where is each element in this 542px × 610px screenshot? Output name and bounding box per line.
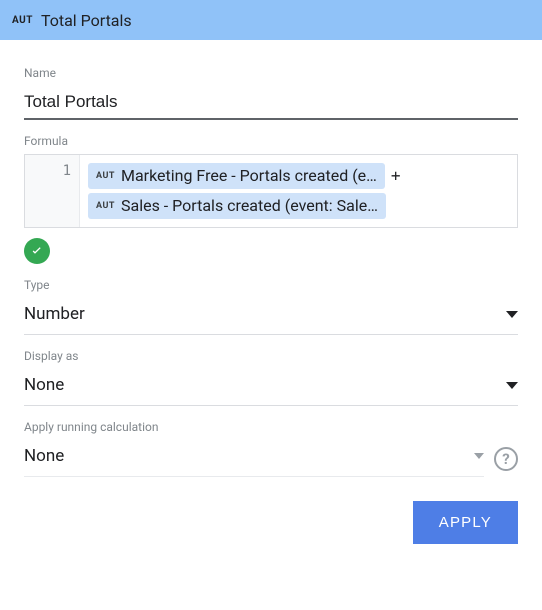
token-text: Sales - Portals created (event: Sale… — [121, 193, 378, 219]
panel-title: Total Portals — [41, 11, 132, 30]
aut-badge: AUT — [12, 15, 33, 26]
chevron-down-icon — [506, 382, 518, 389]
running-select[interactable]: None — [24, 440, 484, 477]
running-value: None — [24, 446, 64, 466]
formula-gutter: 1 — [25, 155, 80, 227]
type-label: Type — [24, 278, 518, 292]
operator-plus: + — [391, 161, 401, 191]
formula-label: Formula — [24, 134, 518, 148]
formula-row-1: AUT Marketing Free - Portals created (e…… — [88, 161, 509, 191]
help-icon[interactable]: ? — [494, 447, 518, 471]
formula-editor[interactable]: 1 AUT Marketing Free - Portals created (… — [24, 154, 518, 228]
display-as-label: Display as — [24, 349, 518, 363]
panel-footer: APPLY — [24, 501, 518, 544]
apply-button[interactable]: APPLY — [413, 501, 518, 544]
line-number: 1 — [63, 163, 71, 179]
panel-body: Name Formula 1 AUT Marketing Free - Port… — [0, 40, 542, 564]
running-label: Apply running calculation — [24, 420, 518, 434]
name-label: Name — [24, 66, 518, 80]
chevron-down-icon — [506, 311, 518, 318]
formula-row-2: AUT Sales - Portals created (event: Sale… — [88, 191, 509, 221]
running-row: None ? — [24, 440, 518, 477]
checkmark-icon — [24, 238, 50, 264]
aut-badge: AUT — [96, 163, 115, 189]
chevron-down-icon — [474, 453, 484, 459]
aut-badge: AUT — [96, 193, 115, 219]
name-input[interactable] — [24, 86, 518, 120]
calculated-field-panel: AUT Total Portals Name Formula 1 AUT Mar… — [0, 0, 542, 564]
formula-status — [24, 238, 518, 264]
display-as-value: None — [24, 375, 64, 395]
panel-header: AUT Total Portals — [0, 0, 542, 40]
formula-token[interactable]: AUT Sales - Portals created (event: Sale… — [88, 193, 386, 219]
formula-content[interactable]: AUT Marketing Free - Portals created (e…… — [80, 155, 517, 227]
type-select[interactable]: Number — [24, 298, 518, 335]
display-as-select[interactable]: None — [24, 369, 518, 406]
formula-token[interactable]: AUT Marketing Free - Portals created (e… — [88, 163, 385, 189]
token-text: Marketing Free - Portals created (e… — [121, 163, 377, 189]
type-value: Number — [24, 304, 85, 324]
